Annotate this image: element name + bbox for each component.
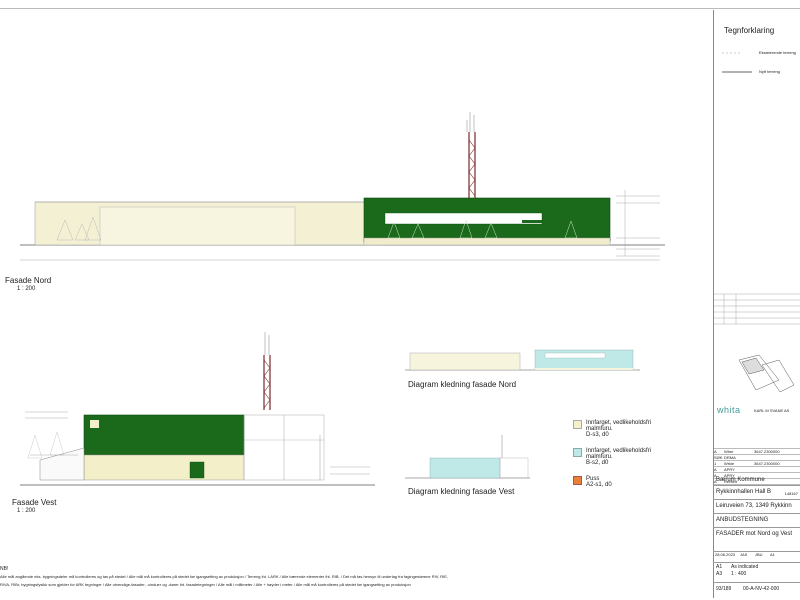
notes-line: RIVA, RIBr, bygningsfysikk som gjelder f… bbox=[0, 582, 411, 587]
swatch-icon bbox=[573, 448, 582, 457]
fasade-nord-scale: 1 : 200 bbox=[17, 286, 36, 292]
swatch-icon bbox=[573, 420, 582, 429]
fasade-vest-drawing bbox=[20, 332, 375, 486]
drawing-title: FASADER mot Nord og Vest bbox=[716, 531, 793, 537]
drawing-number: 00-A-NV-42-000 bbox=[743, 586, 780, 592]
drawing-number-row: 93/189 00-A-NV-42-000 bbox=[713, 582, 800, 598]
drawing-title-row: FASADER mot Nord og Vest bbox=[713, 527, 800, 549]
notes-line: Alle mål angående eks. bygningsdeler må … bbox=[0, 574, 449, 579]
fasade-nord-drawing bbox=[20, 112, 665, 261]
notes-nb: NB! bbox=[0, 566, 9, 572]
client-name: Bærum Kommune bbox=[716, 477, 765, 483]
date-row: 28.06.2023 JAS JBU A1 bbox=[713, 551, 800, 561]
scale-a1: As indicated bbox=[731, 564, 759, 570]
paper-size-a1: A1 bbox=[716, 564, 723, 570]
material-item: Innfarget, vedlikeholdsfri malmfuru. B-s… bbox=[573, 448, 703, 466]
material-item: Innfarget, vedlikeholdsfri malmfuru. D-s… bbox=[573, 420, 703, 438]
approved-by: A1 bbox=[770, 552, 775, 557]
scale-row-a1: A1 As indicated bbox=[713, 562, 800, 571]
checked-by: JBU bbox=[755, 552, 763, 557]
material-line: B-s2, d0 bbox=[586, 460, 609, 466]
scale-row-a3: A3 1 : 400 bbox=[713, 571, 800, 580]
site-plan-icon bbox=[738, 354, 795, 393]
fasade-vest-scale: 1 : 200 bbox=[17, 508, 36, 514]
material-line: D-s3, d0 bbox=[586, 432, 609, 438]
material-item: Puss A2-s1, d0 bbox=[573, 476, 703, 488]
fasade-vest-title: Fasade Vest bbox=[12, 498, 57, 507]
project-number: 148167 bbox=[784, 491, 798, 496]
swatch-icon bbox=[573, 476, 582, 485]
address-row: Leiruveien 73, 1349 Rykkinn bbox=[713, 499, 800, 512]
scale-a3: 1 : 400 bbox=[731, 571, 747, 577]
legend-existing-terrain: Eksisterende terreng bbox=[759, 50, 796, 55]
legend-new-terrain: Nytt terreng bbox=[759, 69, 780, 74]
company-logo: whita bbox=[717, 405, 741, 415]
diagram-vest-drawing bbox=[405, 435, 530, 479]
address: Leiruveien 73, 1349 Rykkinn bbox=[716, 503, 792, 509]
legend-heading: Tegnforklaring bbox=[724, 26, 775, 35]
diagram-vest-title: Diagram kledning fasade Vest bbox=[408, 487, 515, 496]
diagram-nord-title: Diagram kledning fasade Nord bbox=[408, 380, 517, 389]
paper-size-a3: A3 bbox=[716, 571, 723, 577]
material-line: A2-s1, d0 bbox=[586, 482, 612, 488]
fasade-nord-title: Fasade Nord bbox=[5, 276, 52, 285]
project-name: Rykkinnhallen Hall B bbox=[716, 489, 772, 495]
revision-grid bbox=[714, 293, 800, 325]
sheet-number: 93/189 bbox=[716, 586, 732, 592]
diagram-nord-drawing bbox=[405, 349, 640, 371]
drawing-status: ANBUDSTEGNING bbox=[716, 517, 769, 523]
status-row: ANBUDSTEGNING bbox=[713, 513, 800, 526]
sheet-border bbox=[0, 8, 800, 598]
drawn-by: JAS bbox=[740, 552, 748, 557]
company-name: KARL M SVANE AS bbox=[754, 408, 790, 413]
material-legend: Innfarget, vedlikeholdsfri malmfuru. D-s… bbox=[573, 420, 703, 488]
date: 28.06.2023 bbox=[715, 552, 736, 557]
notes: NB! Alle mål angående eks. bygningsdeler… bbox=[0, 565, 705, 589]
project-row: Rykkinnhallen Hall B 148167 bbox=[713, 485, 800, 497]
